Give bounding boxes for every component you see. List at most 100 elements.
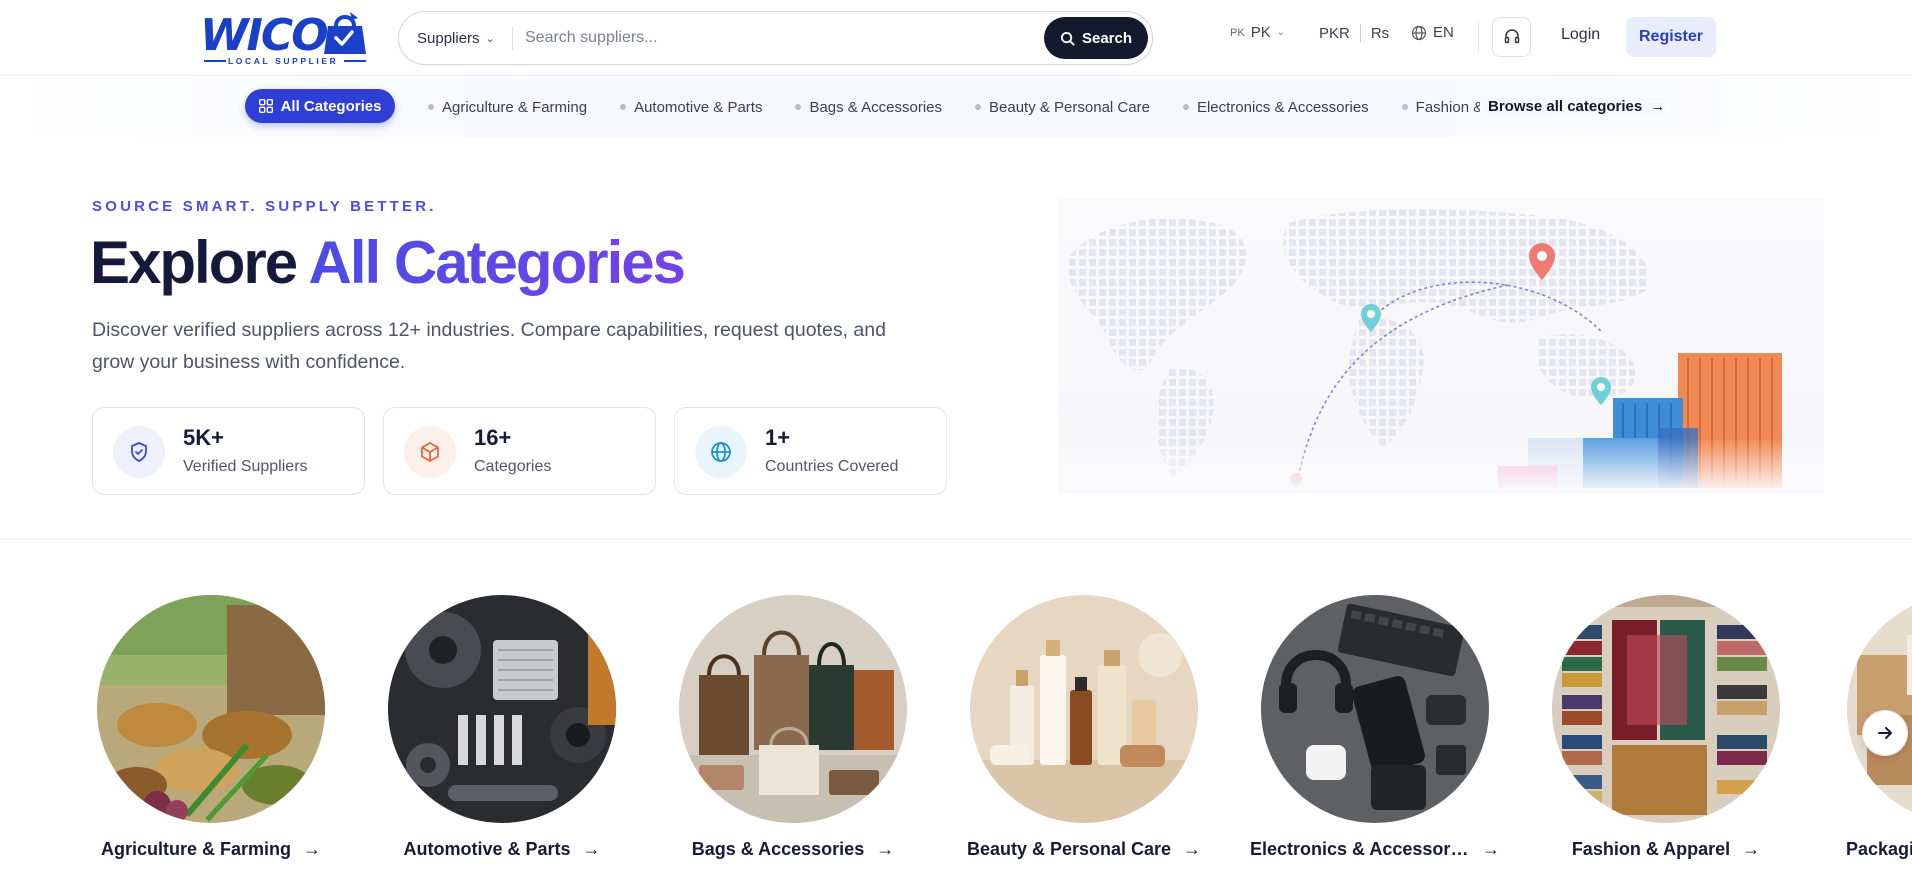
wico-logo[interactable]: WICO LOCAL SUPPLIER	[200, 8, 370, 68]
category-card-automotive[interactable]: Automotive & Parts →	[357, 595, 647, 872]
category-card-label: Beauty & Personal Care →	[939, 839, 1229, 860]
globe-icon	[695, 426, 747, 478]
automotive-image	[388, 595, 616, 823]
all-categories-button[interactable]: All Categories	[245, 89, 395, 123]
header-divider	[1478, 22, 1479, 52]
currency-code: PKR	[1319, 24, 1350, 42]
section-divider	[0, 539, 1912, 540]
search-category-select[interactable]: Suppliers ⌄	[417, 12, 495, 64]
stat-value: 5K+	[183, 425, 224, 450]
search-bar: Suppliers ⌄ Search	[398, 11, 1153, 65]
bullet-dot	[1401, 104, 1408, 110]
headset-icon	[1504, 29, 1519, 44]
nav-category-label: Bags & Accessories	[809, 98, 943, 116]
register-button[interactable]: Register	[1626, 17, 1716, 57]
stat-value: 16+	[474, 425, 512, 450]
currency-divider	[1359, 24, 1361, 42]
currency-symbol: Rs	[1370, 24, 1390, 42]
category-nav-list: Agriculture & Farming Automotive & Parts…	[428, 77, 1480, 137]
category-name: Electronics & Accessories	[1250, 839, 1470, 859]
hero-eyebrow: SOURCE SMART. SUPPLY BETTER.	[92, 198, 437, 215]
nav-category-electronics[interactable]: Electronics & Accessories	[1182, 98, 1369, 116]
fashion-image	[1552, 595, 1780, 823]
category-card-fashion[interactable]: Fashion & Apparel →	[1521, 595, 1811, 872]
arrow-right-icon: →	[582, 839, 601, 859]
arrow-right-icon: →	[303, 839, 322, 859]
category-name: Agriculture & Farming	[100, 839, 292, 859]
nav-category-bags[interactable]: Bags & Accessories	[795, 99, 942, 116]
search-divider	[512, 26, 513, 50]
search-button-label: Search	[1081, 29, 1133, 47]
search-category-label: Suppliers	[417, 29, 480, 47]
agriculture-image	[97, 595, 325, 823]
category-card-label: Fashion & Apparel →	[1521, 839, 1811, 860]
stat-label: Verified Suppliers	[183, 458, 308, 475]
search-input[interactable]	[525, 22, 1025, 54]
language-selector[interactable]: EN	[1411, 24, 1454, 41]
stat-card-suppliers: 5K+ Verified Suppliers	[92, 407, 365, 495]
beauty-image	[970, 595, 1198, 823]
bullet-dot	[428, 104, 434, 110]
arrow-right-icon: →	[1482, 839, 1500, 859]
login-link[interactable]: Login	[1561, 26, 1600, 44]
category-card-label: Bags & Accessories →	[648, 839, 938, 860]
arrow-right-icon: →	[876, 839, 895, 859]
chevron-down-icon: ⌄	[1276, 27, 1286, 38]
logo-wordmark: WICO	[200, 10, 329, 61]
page-title-plain: Explore	[90, 229, 298, 296]
category-card-bags[interactable]: Bags & Accessories →	[648, 595, 938, 872]
category-card-label: Automotive & Parts →	[357, 839, 647, 860]
stat-value: 1+	[765, 425, 791, 450]
category-card-label: Agriculture & Farming →	[66, 839, 356, 860]
electronics-image	[1261, 595, 1489, 823]
category-card-label: Packaging	[1846, 839, 1912, 860]
globe-icon	[1411, 25, 1427, 40]
category-card-agriculture[interactable]: Agriculture & Farming →	[66, 595, 356, 872]
site-header: WICO LOCAL SUPPLIER Suppliers ⌄ Search P…	[0, 0, 1912, 76]
world-map-illustration	[1058, 198, 1824, 494]
stat-card-categories: 16+ Categories	[383, 407, 656, 495]
stat-label: Countries Covered	[765, 458, 899, 475]
category-name: Automotive & Parts	[403, 839, 571, 859]
page-title-accent: All Categories	[308, 229, 686, 296]
nav-category-fashion[interactable]: Fashion & Apparel	[1401, 98, 1480, 116]
chevron-down-icon: ⌄	[485, 32, 495, 45]
category-card-beauty[interactable]: Beauty & Personal Care →	[939, 595, 1229, 872]
world-map-graphic	[1058, 209, 1824, 494]
nav-category-label: Agriculture & Farming	[442, 98, 588, 116]
browse-all-categories-link[interactable]: Browse all categories →	[1484, 98, 1666, 115]
nav-category-automotive[interactable]: Automotive & Parts	[620, 99, 762, 116]
nav-category-label: Automotive & Parts	[634, 98, 763, 116]
nav-category-agriculture[interactable]: Agriculture & Farming	[428, 99, 587, 116]
nav-category-label: Electronics & Accessories	[1196, 98, 1369, 116]
search-icon	[1060, 31, 1075, 46]
shopping-bag-icon	[324, 12, 366, 54]
category-name: Beauty & Personal Care	[966, 839, 1172, 859]
language-code: EN	[1433, 24, 1454, 41]
bullet-dot	[1182, 104, 1189, 110]
arrow-right-icon	[1878, 727, 1892, 739]
support-button[interactable]	[1492, 17, 1531, 57]
nav-category-label: Fashion & Apparel	[1415, 98, 1480, 116]
nav-category-beauty[interactable]: Beauty & Personal Care	[975, 99, 1150, 116]
box-icon	[404, 426, 456, 478]
stat-card-countries: 1+ Countries Covered	[674, 407, 947, 495]
category-name: Packaging	[1846, 839, 1912, 859]
arrow-right-icon: →	[1650, 98, 1666, 115]
hero-subtitle: Discover verified suppliers across 12+ i…	[92, 319, 886, 373]
logo-tagline: LOCAL SUPPLIER	[228, 56, 339, 66]
carousel-next-button[interactable]	[1862, 710, 1908, 756]
currency-selector[interactable]: PKR Rs	[1319, 24, 1389, 42]
country-selector[interactable]: PK PK ⌄	[1230, 24, 1285, 41]
nav-category-label: Beauty & Personal Care	[989, 98, 1150, 116]
page-title: Explore All Categories	[90, 228, 686, 297]
category-card-electronics[interactable]: Electronics & Accessories →	[1230, 595, 1520, 872]
arrow-right-icon: →	[1183, 839, 1202, 859]
shield-check-icon	[113, 426, 165, 478]
bullet-dot	[975, 104, 982, 110]
search-button[interactable]: Search	[1044, 17, 1148, 59]
bullet-dot	[795, 104, 802, 110]
category-name: Bags & Accessories	[691, 839, 865, 859]
packaging-image	[1847, 595, 1912, 823]
category-name: Fashion & Apparel	[1571, 839, 1731, 859]
